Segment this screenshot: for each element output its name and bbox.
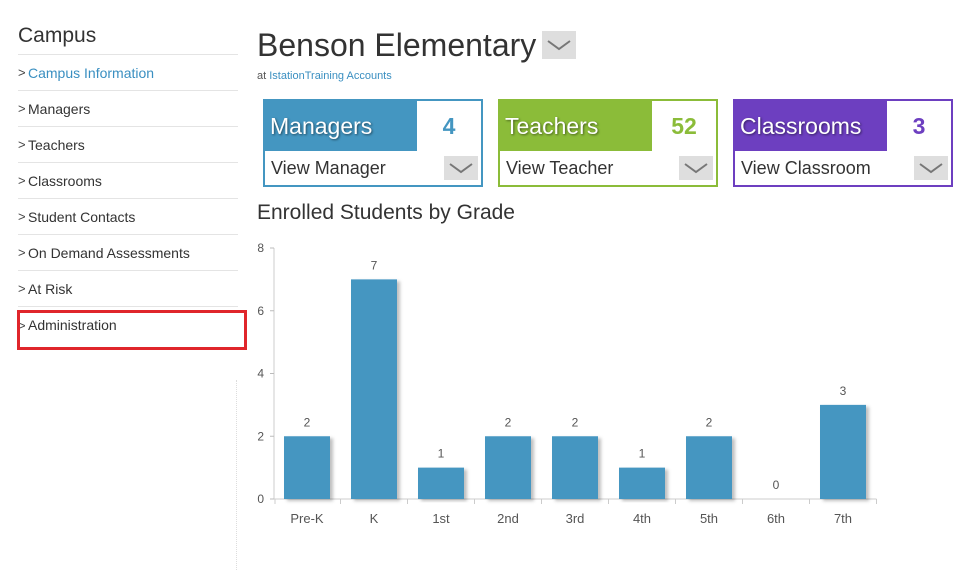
bar xyxy=(485,436,531,499)
card-count: 4 xyxy=(442,113,456,139)
bar xyxy=(418,467,464,499)
y-tick-label: 6 xyxy=(257,304,264,318)
sidebar-item-student-contacts[interactable]: > Student Contacts xyxy=(18,199,238,235)
sidebar-item-label: On Demand Assessments xyxy=(28,244,190,261)
sidebar-item-campus-information[interactable]: > Campus Information xyxy=(18,55,238,91)
data-label: 1 xyxy=(438,447,445,461)
chevron-right-icon: > xyxy=(18,101,26,116)
campus-dropdown-button[interactable] xyxy=(542,31,577,59)
x-tick-label: Pre-K xyxy=(290,511,324,526)
y-tick-label: 2 xyxy=(257,429,264,443)
sidebar-item-label: Campus Information xyxy=(28,64,155,81)
sidebar-item-at-risk[interactable]: > At Risk xyxy=(18,271,238,307)
card-label: Managers xyxy=(265,101,417,151)
sidebar-title: Campus xyxy=(18,24,238,55)
account-link[interactable]: IstationTraining Accounts xyxy=(269,70,392,82)
subtitle-prefix: at xyxy=(257,70,267,82)
bar xyxy=(351,279,397,499)
data-label: 2 xyxy=(505,415,512,429)
data-label: 0 xyxy=(773,478,780,492)
bar xyxy=(619,467,665,499)
data-label: 2 xyxy=(572,415,579,429)
y-tick-label: 4 xyxy=(257,367,264,381)
x-tick-label: 5th xyxy=(700,511,718,526)
card-action-label: View Teacher xyxy=(506,157,614,178)
classrooms-card: Classrooms 3 View Classroom xyxy=(733,99,953,187)
chevron-down-icon xyxy=(679,156,713,180)
view-classroom-select[interactable]: View Classroom xyxy=(735,151,951,185)
data-label: 3 xyxy=(840,384,847,398)
x-tick-label: 6th xyxy=(767,511,785,526)
bar xyxy=(820,404,866,499)
card-label: Classrooms xyxy=(735,101,887,151)
data-label: 2 xyxy=(706,415,713,429)
data-label: 2 xyxy=(304,415,311,429)
chevron-right-icon: > xyxy=(18,137,26,152)
sidebar-item-label: Managers xyxy=(28,100,91,117)
sidebar-item-teachers[interactable]: > Teachers xyxy=(18,127,238,163)
chevron-right-icon: > xyxy=(18,65,26,80)
x-tick-label: 2nd xyxy=(497,511,519,526)
data-label: 1 xyxy=(639,447,646,461)
managers-card: Managers 4 View Manager xyxy=(263,99,483,187)
x-tick-label: 3rd xyxy=(566,511,585,526)
x-tick-label: 7th xyxy=(834,511,852,526)
chevron-right-icon: > xyxy=(18,209,26,224)
chevron-right-icon: > xyxy=(18,245,26,260)
account-line: at IstationTraining Accounts xyxy=(257,70,576,82)
sidebar-item-managers[interactable]: > Managers xyxy=(18,91,238,127)
sidebar-item-classrooms[interactable]: > Classrooms xyxy=(18,163,238,199)
card-count: 52 xyxy=(671,113,697,139)
chevron-down-icon xyxy=(444,156,478,180)
x-tick-label: K xyxy=(370,511,379,526)
sidebar-divider xyxy=(236,380,237,570)
x-tick-label: 4th xyxy=(633,511,651,526)
chart-title: Enrolled Students by Grade xyxy=(257,201,515,224)
sidebar: Campus > Campus Information > Managers >… xyxy=(18,24,238,343)
bar xyxy=(284,436,330,499)
sidebar-item-label: Teachers xyxy=(28,136,85,153)
card-count: 3 xyxy=(912,113,926,139)
chevron-down-icon xyxy=(914,156,948,180)
highlight-box xyxy=(17,310,247,350)
chevron-right-icon: > xyxy=(18,173,26,188)
view-teacher-select[interactable]: View Teacher xyxy=(500,151,716,185)
data-label: 7 xyxy=(371,258,378,272)
view-manager-select[interactable]: View Manager xyxy=(265,151,481,185)
sidebar-item-label: Student Contacts xyxy=(28,208,136,225)
y-tick-label: 8 xyxy=(257,241,264,255)
card-action-label: View Classroom xyxy=(741,157,871,178)
bar xyxy=(686,436,732,499)
page-title: Benson Elementary xyxy=(257,27,537,63)
enrollment-bar-chart: 0 2 4 6 8 2 Pre-K 7 K 1 1st 2 2nd 2 3rd 1 4th 2 5th 0 6th 3 7t… xyxy=(257,241,877,526)
page-header: Benson Elementary at IstationTraining Ac… xyxy=(257,26,577,82)
card-label: Teachers xyxy=(500,101,652,151)
y-tick-label: 0 xyxy=(257,492,264,506)
teachers-card: Teachers 52 View Teacher xyxy=(498,99,718,187)
chevron-right-icon: > xyxy=(18,281,26,296)
sidebar-item-label: At Risk xyxy=(28,280,73,297)
x-tick-label: 1st xyxy=(432,511,450,526)
sidebar-item-on-demand-assessments[interactable]: > On Demand Assessments xyxy=(18,235,238,271)
sidebar-item-label: Classrooms xyxy=(28,172,102,189)
card-action-label: View Manager xyxy=(271,157,386,178)
bar xyxy=(552,436,598,499)
chevron-down-icon xyxy=(547,40,571,51)
